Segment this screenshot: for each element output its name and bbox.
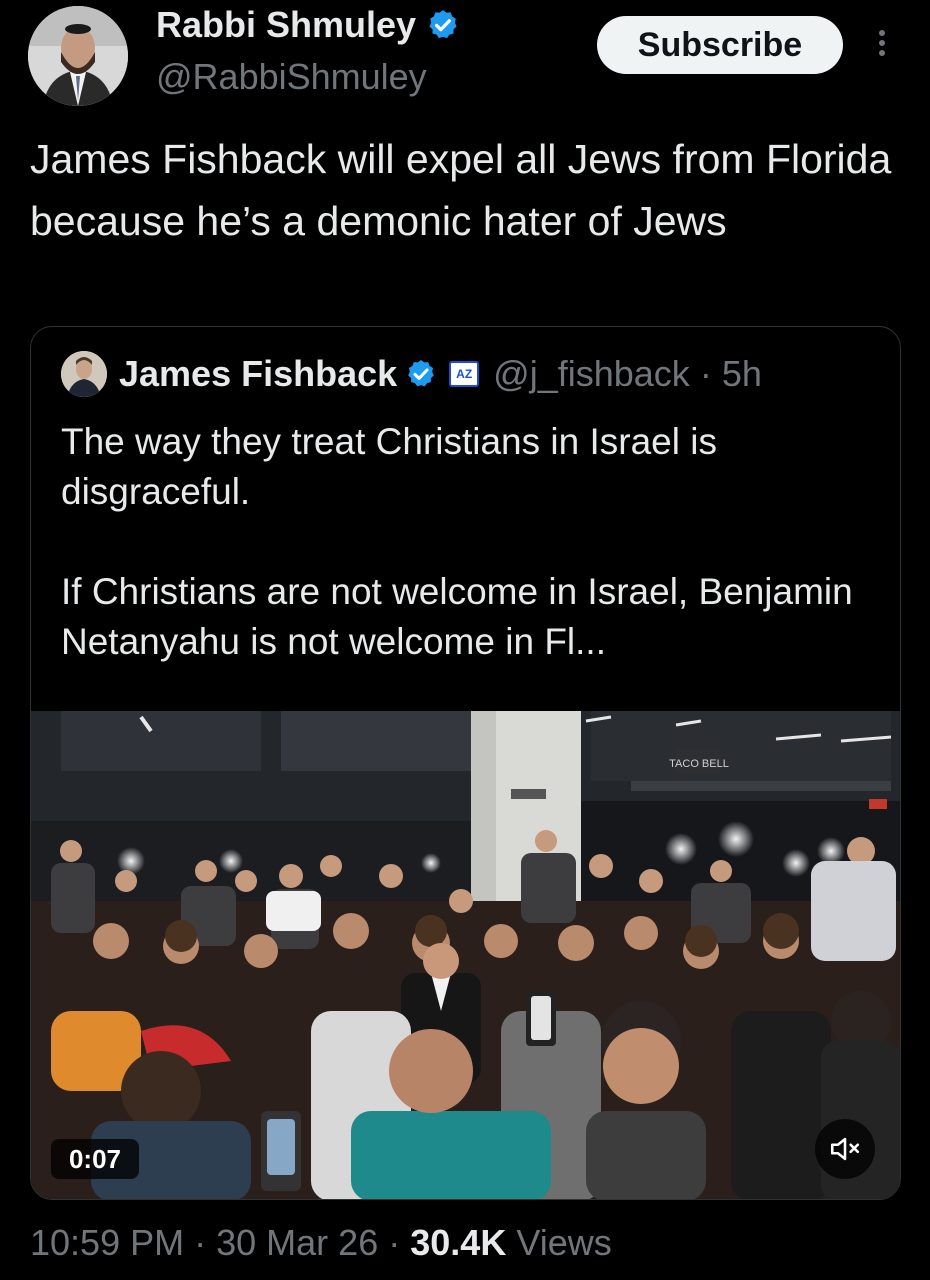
views-count[interactable]: 30.4K: [410, 1222, 506, 1263]
author-avatar[interactable]: [28, 6, 128, 106]
tweet-header: Rabbi Shmuley @RabbiShmuley Subscribe: [0, 0, 930, 120]
quoted-tweet-text: The way they treat Christians in Israel …: [61, 421, 853, 662]
author-display-name[interactable]: Rabbi Shmuley: [156, 4, 416, 46]
quoted-tweet[interactable]: James Fishback AZ @j_fishback · 5h The w…: [30, 326, 901, 1200]
video-frame: TACO BELL: [31, 711, 900, 1199]
tweet-meta: 10:59 PM · 30 Mar 26 · 30.4K Views: [30, 1222, 612, 1264]
tweet-date[interactable]: 30 Mar 26: [216, 1222, 378, 1263]
quoted-author-name[interactable]: James Fishback: [119, 353, 397, 395]
taco-bell-sign: TACO BELL: [669, 758, 729, 770]
affiliate-badge-icon: AZ: [449, 361, 480, 387]
tweet-text: James Fishback will expel all Jews from …: [30, 136, 892, 244]
quoted-author-handle: @j_fishback · 5h: [493, 353, 762, 395]
tweet-time[interactable]: 10:59 PM: [30, 1222, 184, 1263]
quoted-separator: ·: [699, 353, 712, 394]
verified-badge-icon: [426, 8, 460, 42]
quoted-tweet-header: James Fishback AZ @j_fishback · 5h: [61, 351, 762, 397]
mute-icon[interactable]: [815, 1119, 875, 1179]
verified-badge-icon: [405, 358, 437, 390]
quoted-age[interactable]: 5h: [722, 353, 762, 394]
quoted-author-avatar[interactable]: [61, 351, 107, 397]
author-name-row: Rabbi Shmuley: [156, 4, 460, 46]
meta-separator: ·: [388, 1222, 401, 1263]
subscribe-button[interactable]: Subscribe: [597, 16, 843, 74]
video-player[interactable]: TACO BELL 0:07: [31, 711, 900, 1199]
meta-separator: ·: [194, 1222, 207, 1263]
quoted-handle-text[interactable]: @j_fishback: [493, 353, 690, 394]
author-handle[interactable]: @RabbiShmuley: [156, 56, 427, 98]
more-options-icon[interactable]: [872, 26, 892, 66]
views-label: Views: [516, 1222, 612, 1263]
video-duration: 0:07: [51, 1139, 139, 1179]
